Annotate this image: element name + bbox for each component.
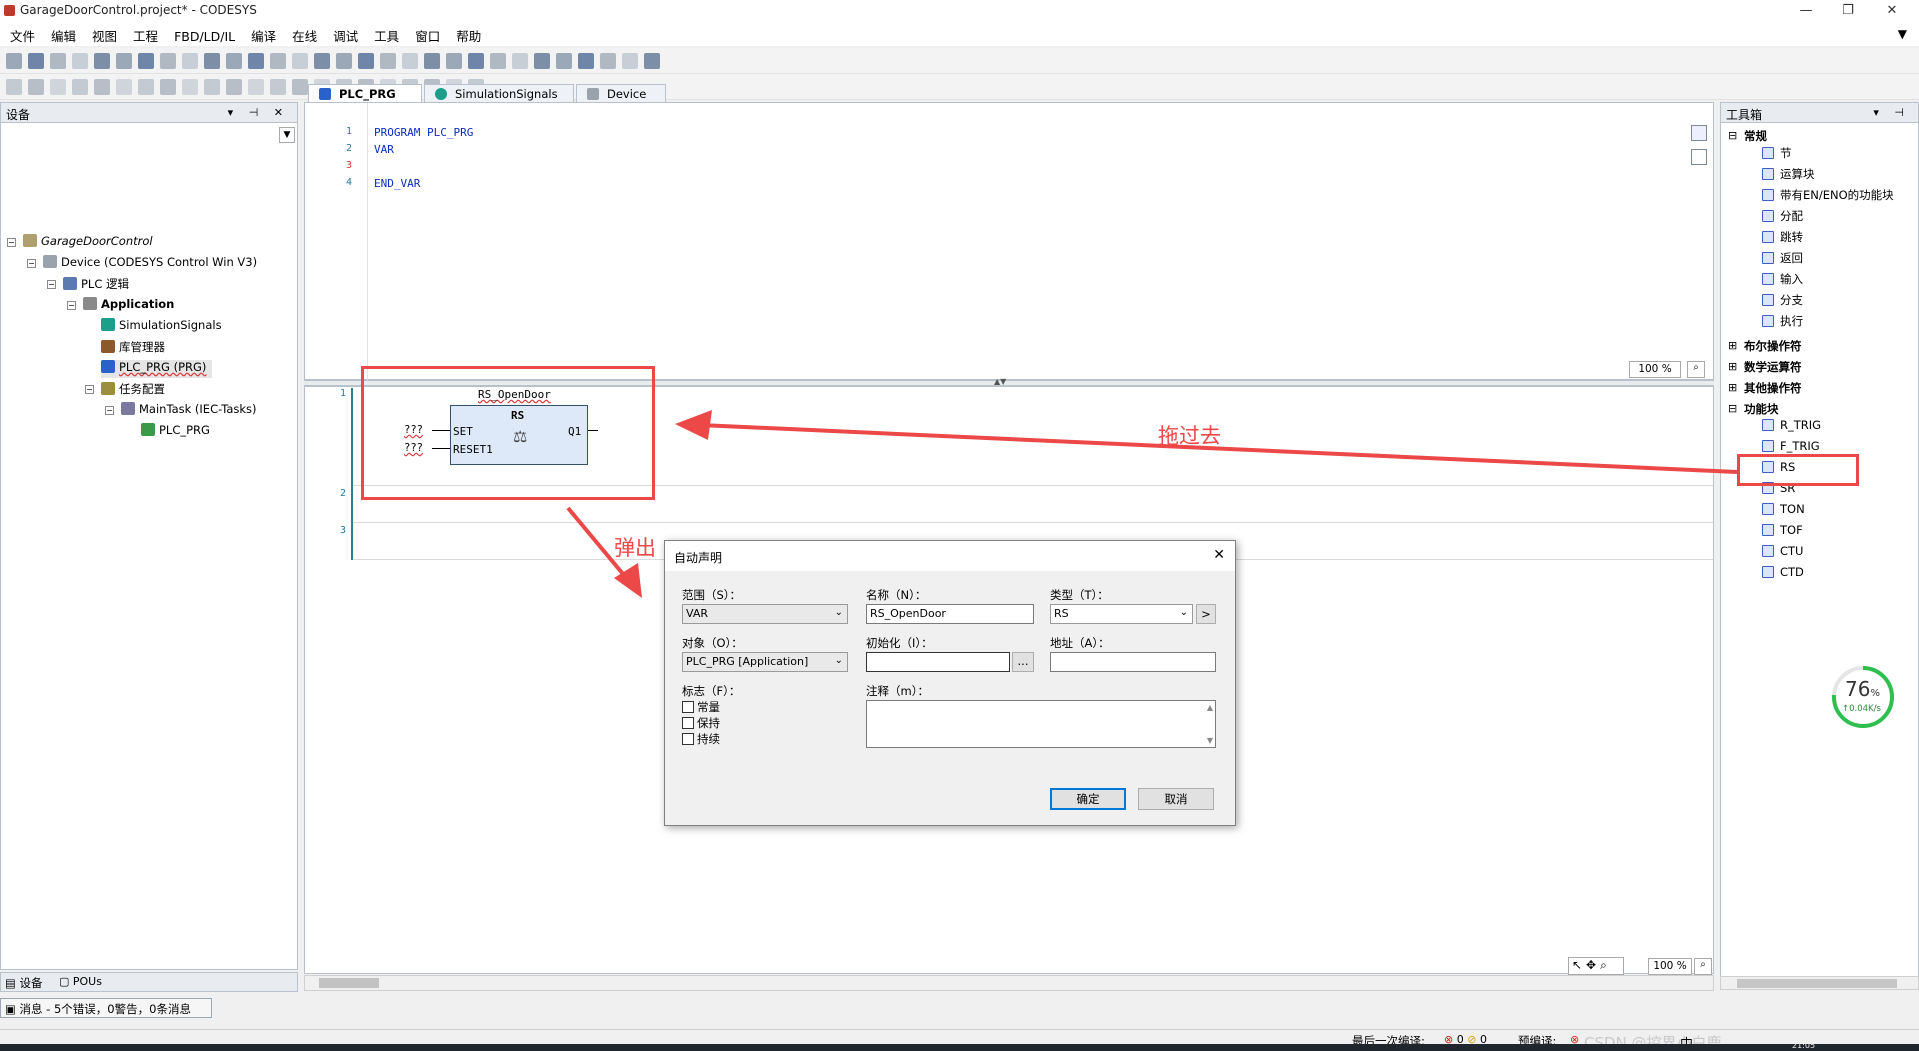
name-input[interactable]: RS_OpenDoor: [866, 604, 1034, 624]
messages-text: 消息 - 5个错误，0警告，0条消息: [19, 1002, 191, 1016]
flag-persistent-checkbox[interactable]: 持续: [682, 731, 720, 747]
chevron-down-icon: ⌄: [1179, 607, 1188, 618]
annotation-popup-label: 弹出: [614, 536, 656, 560]
object-label: 对象（O）：: [682, 636, 743, 650]
ok-button[interactable]: 确定: [1050, 788, 1126, 810]
flag-retain-label: 保持: [697, 716, 720, 730]
dialog-title-bar: 自动声明 ✕: [665, 541, 1235, 571]
cancel-button[interactable]: 取消: [1138, 788, 1214, 810]
chevron-down-icon: ⌄: [834, 655, 843, 666]
flag-persistent-label: 持续: [697, 732, 720, 746]
dialog-title: 自动声明: [674, 551, 723, 565]
checkbox-box[interactable]: [682, 733, 694, 745]
scroll-down-icon[interactable]: ▼: [1207, 736, 1213, 745]
dialog-close-icon[interactable]: ✕: [1213, 547, 1225, 563]
object-select[interactable]: PLC_PRG [Application] ⌄: [682, 652, 848, 672]
messages-tab[interactable]: ▣ 消息 - 5个错误，0警告，0条消息: [0, 998, 212, 1018]
flag-retain-checkbox[interactable]: 保持: [682, 715, 720, 731]
init-input[interactable]: [866, 652, 1010, 672]
auto-declare-dialog: 自动声明 ✕ 范围（S）： VAR ⌄ 名称（N）： RS_OpenDoor 类型…: [664, 540, 1236, 826]
scope-value: VAR: [686, 607, 708, 620]
scope-label: 范围（S）：: [682, 588, 742, 602]
init-label: 初始化（I）：: [866, 636, 933, 650]
checkbox-box[interactable]: [682, 717, 694, 729]
comment-textarea[interactable]: ▲ ▼: [866, 700, 1216, 748]
scope-select[interactable]: VAR ⌄: [682, 604, 848, 624]
taskbar-time: 21:05: [1792, 1041, 1816, 1050]
comment-label: 注释（m）：: [866, 684, 929, 698]
annotation-drag-label: 拖过去: [1158, 424, 1221, 448]
annotation-arrows: [566, 410, 1738, 598]
checkbox-box[interactable]: [682, 701, 694, 713]
flag-constant-checkbox[interactable]: 常量: [682, 699, 720, 715]
name-label: 名称（N）：: [866, 588, 927, 602]
chevron-down-icon: ⌄: [834, 607, 843, 618]
address-input[interactable]: [1050, 652, 1216, 672]
type-label: 类型（T）：: [1050, 588, 1109, 602]
flags-label: 标志（F）：: [682, 684, 741, 698]
type-select[interactable]: RS ⌄: [1050, 604, 1193, 624]
scroll-up-icon[interactable]: ▲: [1207, 703, 1213, 712]
address-label: 地址（A）：: [1050, 636, 1110, 650]
messages-icon: ▣: [5, 1002, 20, 1016]
object-value: PLC_PRG [Application]: [686, 655, 809, 668]
taskbar: 21:05: [0, 1041, 1919, 1051]
init-browse-button[interactable]: ...: [1012, 652, 1034, 672]
type-value: RS: [1054, 607, 1069, 620]
type-browse-button[interactable]: >: [1196, 604, 1216, 624]
flag-constant-label: 常量: [697, 700, 720, 714]
